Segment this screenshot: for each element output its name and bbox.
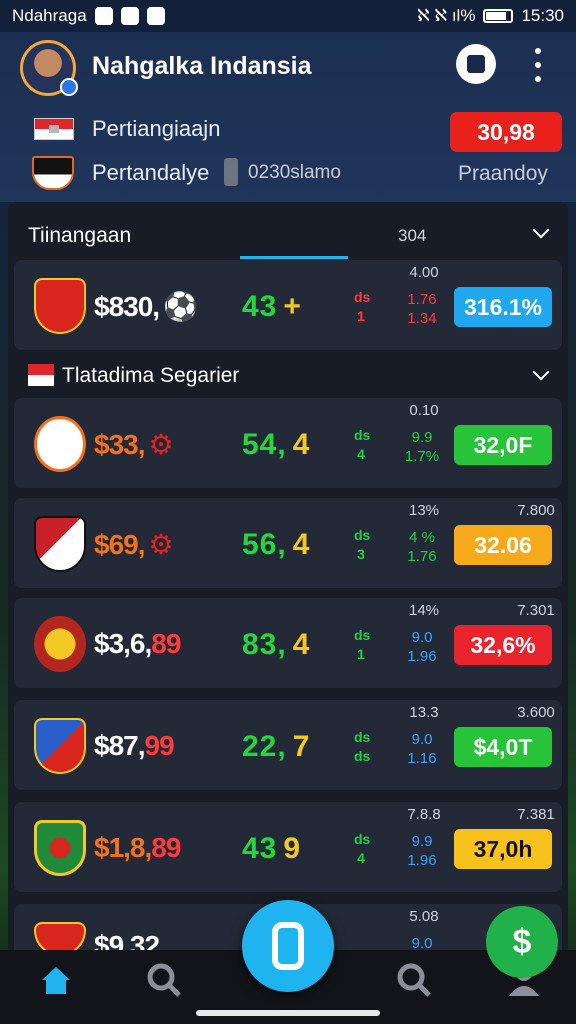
row-top-right-value: 3.600 xyxy=(517,704,555,721)
row-score: 56, 4 xyxy=(242,528,311,561)
row-score: 83, 4 xyxy=(242,628,311,661)
row-odds-stack: 9.0 1.16 xyxy=(407,731,437,767)
header-row1-label: Pertiangiaajn xyxy=(92,116,221,141)
row-odds-stack: 4 % 1.76 xyxy=(407,529,437,565)
row-price: $1,8,89 xyxy=(94,832,181,863)
search-icon[interactable] xyxy=(396,962,432,998)
team-logo-icon xyxy=(34,516,86,572)
flag-indonesia-icon xyxy=(34,118,74,140)
row-top-right-value: 7.301 xyxy=(517,602,555,619)
team-logo-icon xyxy=(34,278,86,334)
section-count: 304 xyxy=(398,226,427,245)
row-score: 43 + xyxy=(242,290,302,323)
odds-badge-button[interactable]: 32,0F xyxy=(454,425,552,465)
section-title: Tiinangaan xyxy=(28,224,132,247)
header-row2-right[interactable]: Praandoy xyxy=(458,162,548,186)
team-logo-icon xyxy=(34,820,86,876)
row-top-value: 13.3 xyxy=(409,704,439,721)
row-score: 22, 7 xyxy=(242,730,311,763)
row-odds-stack: 9.0 1.96 xyxy=(407,629,437,665)
battery-icon xyxy=(483,9,514,23)
list-item[interactable]: $3,6,89 83, 4 ds 1 14% 7.301 9.0 1.96 32,6% xyxy=(14,598,562,688)
row-score: 54, 4 xyxy=(242,428,311,461)
header-row2-sub: 0230slamo xyxy=(248,162,341,183)
row-odds-stack: 9.9 1.7% xyxy=(404,429,440,465)
shield-icon xyxy=(120,7,139,25)
row-mini-stats: ds 1 xyxy=(354,627,371,662)
flag-indonesia-icon xyxy=(28,364,54,386)
row-score: 43 9 xyxy=(242,832,302,865)
odds-badge-button[interactable]: 316.1% xyxy=(454,287,552,327)
row-top-value: 7.8.8 xyxy=(407,806,441,823)
row-mini-stats: ds 4 xyxy=(354,427,371,462)
row-price: $69, ⚙ xyxy=(94,529,174,560)
clock: 15:30 xyxy=(521,6,564,25)
divider-chip xyxy=(224,158,238,186)
row-price: $33, ⚙ xyxy=(94,429,174,460)
row-top-value: 13% xyxy=(408,502,440,519)
list-item[interactable]: $1,8,89 43 9 ds 4 7.8.8 7.381 9.9 1.96 37,0… xyxy=(14,802,562,892)
status-right: ℵ ℵ ıl% 15:30 xyxy=(417,6,564,26)
odds-badge-button[interactable]: 32,6% xyxy=(454,625,552,665)
header: Nahgalka Indansia Pertiangiaajn 30,98 Pe… xyxy=(0,32,576,202)
chat-icon: $ xyxy=(512,922,532,961)
row-odds-stack: 9.9 1.96 xyxy=(407,833,437,869)
odds-badge-button[interactable]: 37,0h xyxy=(454,829,552,869)
row-odds-stack: 1.76 1.34 xyxy=(407,291,437,327)
app-icon xyxy=(146,7,165,25)
search-stats-icon[interactable] xyxy=(146,962,182,998)
row-mini-stats: ds 4 xyxy=(354,831,371,866)
list-item[interactable]: $69, ⚙ 56, 4 ds 3 13% 7.800 4 % 1.76 32.06 xyxy=(14,498,562,588)
odds-badge-button[interactable]: $4,0T xyxy=(454,727,552,767)
row-top-value: 4.00 xyxy=(409,264,439,281)
header-row2-label: Pertandalye xyxy=(92,160,210,185)
team-logo-icon xyxy=(34,616,86,672)
notification-icon xyxy=(94,7,113,25)
team-logo-icon xyxy=(34,416,86,472)
team-logo-icon xyxy=(34,718,86,774)
list-item[interactable]: $87,99 22, 7 ds ds 13.3 3.600 9.0 1.16 $4,0… xyxy=(14,700,562,790)
more-menu-icon[interactable] xyxy=(530,48,546,82)
list-item[interactable]: $830, ⚽ 43 + ds 1 4.00 1.76 1.34 316.1% xyxy=(14,260,562,350)
home-indicator[interactable] xyxy=(196,1010,380,1016)
row-price: $87,99 xyxy=(94,730,175,761)
home-icon[interactable] xyxy=(38,962,74,998)
row-mini-stats: ds 1 xyxy=(354,289,371,324)
scan-fab-button[interactable] xyxy=(242,900,334,992)
status-left: Ndahraga xyxy=(12,6,165,26)
scan-icon xyxy=(272,922,304,970)
row-price: $3,6,89 xyxy=(94,628,181,659)
carrier-label: Ndahraga xyxy=(12,6,87,25)
row-mini-stats: ds ds xyxy=(354,729,371,764)
row-top-value: 5.08 xyxy=(409,908,439,925)
group-label: Tlatadima Segarier xyxy=(62,364,240,387)
row-top-value: 14% xyxy=(408,602,440,619)
row-price: $830, ⚽ xyxy=(94,291,198,322)
header-score-badge[interactable]: 30,98 xyxy=(450,112,562,152)
verified-badge-icon xyxy=(60,78,78,96)
row-top-right-value: 7.800 xyxy=(517,502,555,519)
row-mini-stats: ds 3 xyxy=(354,527,371,562)
share-button[interactable] xyxy=(456,44,496,84)
chat-fab-button[interactable]: $ xyxy=(486,906,558,978)
row-top-right-value: 7.381 xyxy=(517,806,555,823)
status-bar: Ndahraga ℵ ℵ ıl% 15:30 xyxy=(0,0,576,32)
row-top-value: 0.10 xyxy=(409,402,439,419)
team-crest-icon xyxy=(32,156,74,190)
signal-indicators: ℵ ℵ ıl% xyxy=(417,6,476,25)
list-item[interactable]: $33, ⚙ 54, 4 ds 4 0.10 9.9 1.7% 32,0F xyxy=(14,398,562,488)
page-title: Nahgalka Indansia xyxy=(92,52,312,80)
odds-badge-button[interactable]: 32.06 xyxy=(454,525,552,565)
active-tab-indicator xyxy=(240,256,348,259)
